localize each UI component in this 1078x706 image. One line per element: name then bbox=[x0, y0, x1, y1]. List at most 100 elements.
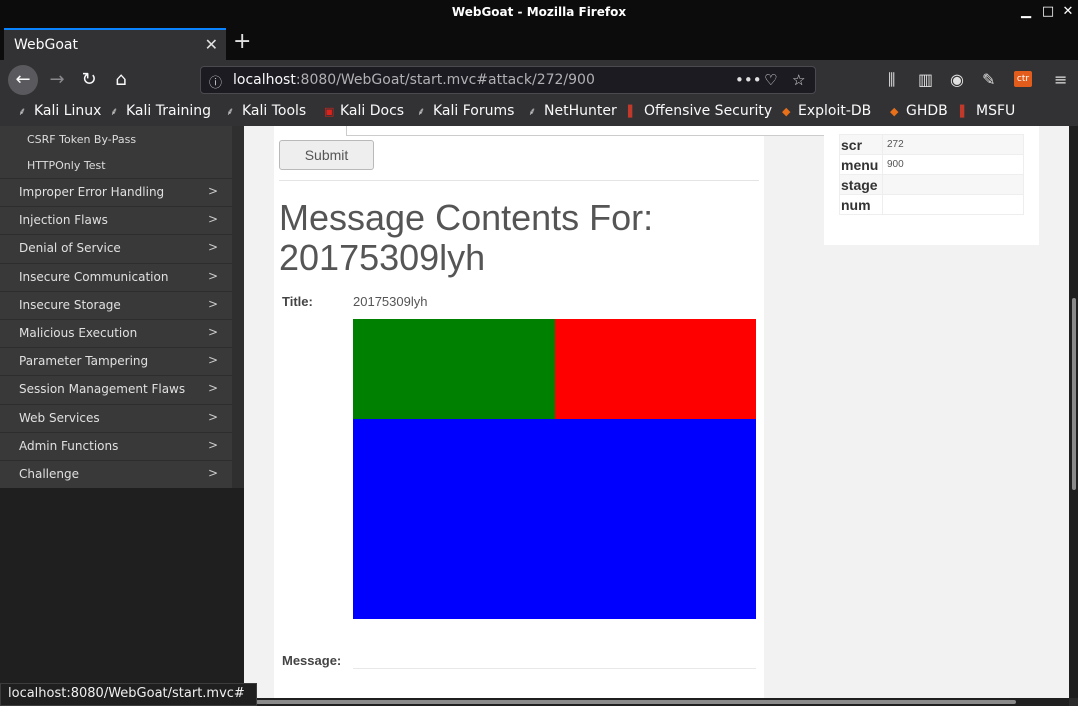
image-red-block bbox=[555, 319, 756, 419]
param-value: 272 bbox=[882, 134, 1024, 155]
sidebar-item-label: Parameter Tampering bbox=[19, 354, 149, 369]
param-value: 900 bbox=[882, 154, 1024, 175]
bookmark-label: Exploit-DB bbox=[798, 103, 872, 119]
bookmarks-toolbar: ⸙ Kali Linux ⸙ Kali Training ⸙ Kali Tools ▣ Kal… bbox=[0, 100, 1078, 126]
library-icon[interactable]: ⫼ bbox=[888, 70, 895, 90]
reload-icon[interactable]: ↻ bbox=[74, 66, 104, 94]
ctf-extension-icon[interactable]: ctr bbox=[1014, 71, 1032, 87]
tab-close-icon[interactable]: ✕ bbox=[205, 35, 218, 54]
vertical-scroll-thumb[interactable] bbox=[1072, 298, 1076, 490]
bookmark-label: Kali Training bbox=[126, 103, 211, 119]
new-tab-icon[interactable]: + bbox=[233, 30, 251, 54]
tab-webgoat[interactable]: WebGoat ✕ bbox=[4, 28, 226, 60]
bookmark-label: MSFU bbox=[976, 103, 1016, 119]
params-row: num bbox=[839, 194, 1024, 215]
bookmark-label: GHDB bbox=[906, 103, 948, 119]
chevron-right-icon: > bbox=[207, 212, 218, 227]
bookmark-8[interactable]: ◆ GHDB bbox=[890, 103, 948, 119]
bookmark-0[interactable]: ⸙ Kali Linux bbox=[18, 103, 101, 119]
bookmark-2[interactable]: ⸙ Kali Tools bbox=[226, 103, 306, 119]
bookmark-5[interactable]: ⸙ NetHunter bbox=[528, 103, 617, 119]
sidebar-item-improper-error-handling[interactable]: Improper Error Handling > bbox=[0, 178, 232, 206]
message-image bbox=[353, 319, 756, 619]
message-divider bbox=[353, 668, 756, 669]
message-label: Message: bbox=[282, 653, 342, 668]
sidebar-item-session-management-flaws[interactable]: Session Management Flaws > bbox=[0, 375, 232, 403]
submit-button[interactable]: Submit bbox=[279, 140, 374, 170]
back-icon[interactable]: ← bbox=[8, 65, 38, 95]
page-title: Message Contents For: 20175309lyh bbox=[279, 197, 654, 278]
horizontal-scroll-thumb[interactable] bbox=[256, 700, 1016, 704]
chevron-right-icon: > bbox=[207, 184, 218, 198]
pocket-icon[interactable]: ♡ bbox=[764, 71, 777, 89]
offsec-icon: ▌ bbox=[960, 105, 969, 118]
bookmark-3[interactable]: ▣ Kali Docs bbox=[324, 103, 404, 119]
sidebar-item-injection-flaws[interactable]: Injection Flaws > bbox=[0, 206, 232, 234]
minimize-icon[interactable]: ▁ bbox=[1018, 4, 1034, 20]
sidebar-subitem-httponly[interactable]: HTTPOnly Test bbox=[27, 159, 106, 172]
page-actions-icon[interactable]: ••• bbox=[735, 71, 762, 89]
sidebar-item-label: Improper Error Handling bbox=[19, 185, 165, 199]
chevron-right-icon: > bbox=[207, 268, 218, 283]
kali-dragon-icon: ⸙ bbox=[417, 105, 426, 118]
chevron-right-icon: > bbox=[207, 381, 218, 396]
close-window-icon[interactable]: ✕ bbox=[1060, 4, 1076, 20]
bookmark-label: NetHunter bbox=[544, 103, 617, 119]
sidebar-item-malicious-execution[interactable]: Malicious Execution > bbox=[0, 319, 232, 347]
sidebar-item-parameter-tampering[interactable]: Parameter Tampering > bbox=[0, 347, 232, 375]
kali-dragon-icon: ⸙ bbox=[226, 105, 235, 118]
chevron-right-icon: > bbox=[207, 296, 218, 311]
sidebar-background bbox=[0, 488, 244, 706]
extension-cookie-icon[interactable]: ✎ bbox=[982, 70, 995, 89]
url-bar[interactable]: ⓘ localhost:8080/WebGoat/start.mvc#attac… bbox=[200, 66, 816, 94]
sidebar-item-label: Insecure Communication bbox=[19, 269, 169, 284]
divider bbox=[279, 180, 759, 181]
forward-icon[interactable]: → bbox=[42, 66, 72, 94]
url-text[interactable]: localhost:8080/WebGoat/start.mvc#attack/… bbox=[233, 72, 595, 88]
sidebar-item-label: Session Management Flaws bbox=[19, 382, 186, 397]
kali-dragon-icon: ⸙ bbox=[110, 105, 119, 118]
params-row: scr 272 bbox=[839, 134, 1024, 155]
message-input-edge[interactable] bbox=[346, 126, 824, 136]
bookmark-label: Kali Docs bbox=[340, 103, 405, 119]
title-label: Title: bbox=[282, 294, 313, 309]
app-menu-icon[interactable]: ≡ bbox=[1054, 70, 1067, 89]
bookmark-1[interactable]: ⸙ Kali Training bbox=[110, 103, 211, 119]
param-key: num bbox=[839, 194, 883, 215]
bookmark-9[interactable]: ▌ MSFU bbox=[960, 103, 1015, 119]
bookmark-4[interactable]: ⸙ Kali Forums bbox=[417, 103, 514, 119]
sidebar-item-label: Challenge bbox=[19, 467, 79, 481]
chevron-right-icon: > bbox=[207, 437, 218, 452]
sidebar-item-challenge[interactable]: Challenge > bbox=[0, 460, 232, 488]
sidebar-item-label: Malicious Execution bbox=[19, 326, 138, 340]
exploitdb-icon: ◆ bbox=[782, 105, 791, 118]
sidebar-item-label: Denial of Service bbox=[19, 241, 121, 256]
kali-dragon-icon: ⸙ bbox=[528, 105, 537, 118]
image-blue-block bbox=[353, 419, 756, 619]
params-row: stage bbox=[839, 174, 1024, 195]
site-info-icon[interactable]: ⓘ bbox=[209, 72, 222, 91]
tab-label: WebGoat bbox=[14, 37, 79, 53]
bookmark-label: Kali Linux bbox=[34, 103, 102, 119]
sidebar-item-insecure-communication[interactable]: Insecure Communication > bbox=[0, 262, 232, 291]
sidebar-item-admin-functions[interactable]: Admin Functions > bbox=[0, 431, 232, 460]
bookmark-6[interactable]: ▌ Offensive Security bbox=[628, 103, 772, 119]
sidebar-item-label: Admin Functions bbox=[19, 438, 119, 453]
extension-icon[interactable]: ◉ bbox=[950, 70, 964, 89]
bookmark-7[interactable]: ◆ Exploit-DB bbox=[782, 103, 871, 119]
param-value bbox=[882, 174, 1024, 195]
home-icon[interactable]: ⌂ bbox=[106, 66, 136, 94]
bookmark-label: Offensive Security bbox=[644, 103, 773, 119]
sidebar-item-web-services[interactable]: Web Services > bbox=[0, 403, 232, 432]
sidebar-toggle-icon[interactable]: ▥ bbox=[918, 70, 933, 89]
maximize-icon[interactable]: □ bbox=[1040, 4, 1056, 20]
param-key: scr bbox=[839, 134, 883, 155]
lesson-sidebar: CSRF Token By-Pass HTTPOnly Test Imprope… bbox=[0, 126, 232, 488]
sidebar-item-denial-of-service[interactable]: Denial of Service > bbox=[0, 234, 232, 262]
params-table: scr 272 menu 900 stage num bbox=[839, 134, 1024, 215]
sidebar-subitem-csrf[interactable]: CSRF Token By-Pass bbox=[27, 133, 136, 146]
chevron-right-icon: > bbox=[207, 325, 218, 339]
bookmark-star-icon[interactable]: ☆ bbox=[792, 71, 805, 89]
sidebar-item-insecure-storage[interactable]: Insecure Storage > bbox=[0, 290, 232, 319]
page-viewport: CSRF Token By-Pass HTTPOnly Test Imprope… bbox=[0, 126, 1078, 706]
